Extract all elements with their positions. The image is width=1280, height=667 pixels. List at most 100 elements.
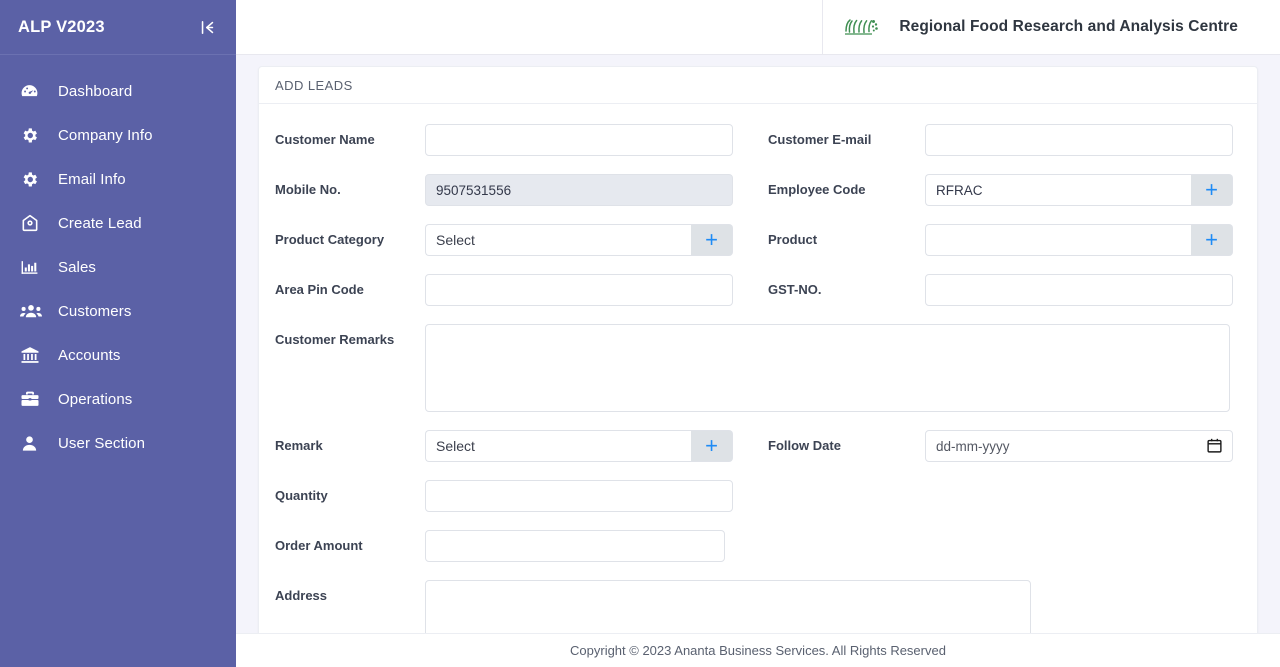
sidebar-item-create-lead[interactable]: Create Lead	[0, 201, 236, 245]
customer-remarks-textarea[interactable]	[425, 324, 1230, 412]
sidebar-item-email-info[interactable]: Email Info	[0, 157, 236, 201]
form-row: Mobile No. 9507531556 Employee Code RFRA…	[259, 174, 1257, 206]
field-area-pin-code: Area Pin Code	[259, 274, 759, 306]
customer-email-control	[925, 124, 1233, 156]
form-row: Product Category Select + Product +	[259, 224, 1257, 256]
calendar-icon[interactable]	[1206, 437, 1223, 459]
product-category-label: Product Category	[275, 232, 385, 247]
follow-date-label: Follow Date	[768, 438, 841, 453]
customer-email-input[interactable]	[925, 124, 1233, 156]
customer-name-label: Customer Name	[275, 132, 375, 147]
bar-chart-icon	[20, 256, 50, 278]
sidebar-item-label: User Section	[58, 434, 146, 452]
sidebar-item-operations[interactable]: Operations	[0, 377, 236, 421]
customer-remarks-control	[425, 324, 1230, 412]
collapse-left-icon[interactable]	[194, 14, 220, 40]
sidebar-item-user-section[interactable]: User Section	[0, 421, 236, 465]
product-category-add-button[interactable]: +	[691, 224, 733, 256]
sidebar-item-customers[interactable]: Customers	[0, 289, 236, 333]
follow-date-placeholder: dd-mm-yyyy	[936, 438, 1010, 454]
field-product-category: Product Category Select +	[259, 224, 759, 256]
users-group-icon	[20, 300, 50, 322]
field-remark: Remark Select +	[259, 430, 759, 462]
sidebar-nav: Dashboard Company Info Email Info Create…	[0, 55, 236, 465]
rfrac-logo-icon	[839, 7, 885, 47]
remark-control: Select +	[425, 430, 733, 462]
quantity-control	[425, 480, 733, 512]
sidebar-item-label: Sales	[58, 258, 97, 276]
form-row: Customer Remarks	[259, 324, 1257, 412]
employee-code-control: RFRAC +	[925, 174, 1233, 206]
field-customer-email: Customer E-mail	[759, 124, 1257, 156]
gst-no-label: GST-NO.	[768, 282, 822, 297]
product-category-control: Select +	[425, 224, 733, 256]
product-select[interactable]	[925, 224, 1191, 256]
customer-name-input[interactable]	[425, 124, 733, 156]
follow-date-input[interactable]: dd-mm-yyyy	[925, 430, 1233, 462]
follow-date-control: dd-mm-yyyy	[925, 430, 1233, 462]
product-label: Product	[768, 232, 818, 247]
sidebar-item-company-info[interactable]: Company Info	[0, 113, 236, 157]
bank-icon	[20, 344, 50, 366]
org-brand-block: Regional Food Research and Analysis Cent…	[822, 0, 1280, 55]
user-icon	[20, 432, 50, 454]
employee-code-label: Employee Code	[768, 182, 866, 197]
gear-icon	[20, 124, 50, 146]
briefcase-icon	[20, 388, 50, 410]
remark-label: Remark	[275, 438, 323, 453]
customer-email-label: Customer E-mail	[768, 132, 872, 147]
field-employee-code: Employee Code RFRAC +	[759, 174, 1257, 206]
employee-code-input[interactable]: RFRAC	[925, 174, 1191, 206]
field-mobile-no: Mobile No. 9507531556	[259, 174, 759, 206]
form-row: Remark Select + Follow Date dd-mm-yyyy	[259, 430, 1257, 462]
field-quantity: Quantity	[259, 480, 759, 512]
org-title: Regional Food Research and Analysis Cent…	[899, 18, 1238, 35]
product-control: +	[925, 224, 1233, 256]
field-customer-remarks: Customer Remarks	[259, 324, 1257, 412]
field-gst-no: GST-NO.	[759, 274, 1257, 306]
sidebar-item-accounts[interactable]: Accounts	[0, 333, 236, 377]
area-pin-code-label: Area Pin Code	[275, 282, 364, 297]
mobile-no-value: 9507531556	[436, 182, 512, 198]
top-header: Regional Food Research and Analysis Cent…	[236, 0, 1280, 55]
sidebar-item-label: Accounts	[58, 346, 121, 364]
content-area: ADD LEADS Customer Name Customer E-mail …	[236, 55, 1280, 667]
gear-icon	[20, 168, 50, 190]
card-header: ADD LEADS	[259, 67, 1257, 104]
order-amount-input[interactable]	[425, 530, 725, 562]
mobile-no-input[interactable]: 9507531556	[425, 174, 733, 206]
order-amount-control	[425, 530, 725, 562]
sidebar-brand: ALP V2023	[0, 0, 236, 55]
remark-select[interactable]: Select	[425, 430, 691, 462]
form-row: Order Amount	[259, 530, 1257, 562]
app-root: ALP V2023 Dashboard Company Info Email I…	[0, 0, 1280, 667]
employee-code-add-button[interactable]: +	[1191, 174, 1233, 206]
field-follow-date: Follow Date dd-mm-yyyy	[759, 430, 1257, 462]
sidebar: ALP V2023 Dashboard Company Info Email I…	[0, 0, 236, 667]
area-pin-code-input[interactable]	[425, 274, 733, 306]
sidebar-item-label: Email Info	[58, 170, 126, 188]
page-footer: Copyright © 2023 Ananta Business Service…	[236, 633, 1280, 667]
customer-remarks-label: Customer Remarks	[275, 332, 395, 347]
product-category-value: Select	[436, 232, 475, 248]
quantity-input[interactable]	[425, 480, 733, 512]
address-label: Address	[275, 588, 328, 603]
order-amount-label: Order Amount	[275, 538, 363, 553]
gst-no-input[interactable]	[925, 274, 1233, 306]
product-add-button[interactable]: +	[1191, 224, 1233, 256]
home-icon	[20, 212, 50, 234]
area-pin-code-control	[425, 274, 733, 306]
sidebar-item-dashboard[interactable]: Dashboard	[0, 69, 236, 113]
remark-add-button[interactable]: +	[691, 430, 733, 462]
sidebar-item-sales[interactable]: Sales	[0, 245, 236, 289]
plus-icon: +	[1205, 227, 1218, 252]
product-category-select[interactable]: Select	[425, 224, 691, 256]
form-row: Quantity	[259, 480, 1257, 512]
sidebar-item-label: Customers	[58, 302, 132, 320]
mobile-no-label: Mobile No.	[275, 182, 341, 197]
quantity-label: Quantity	[275, 488, 328, 503]
remark-value: Select	[436, 438, 475, 454]
field-product: Product +	[759, 224, 1257, 256]
add-leads-card: ADD LEADS Customer Name Customer E-mail …	[258, 66, 1258, 666]
app-brand-title: ALP V2023	[18, 17, 105, 36]
